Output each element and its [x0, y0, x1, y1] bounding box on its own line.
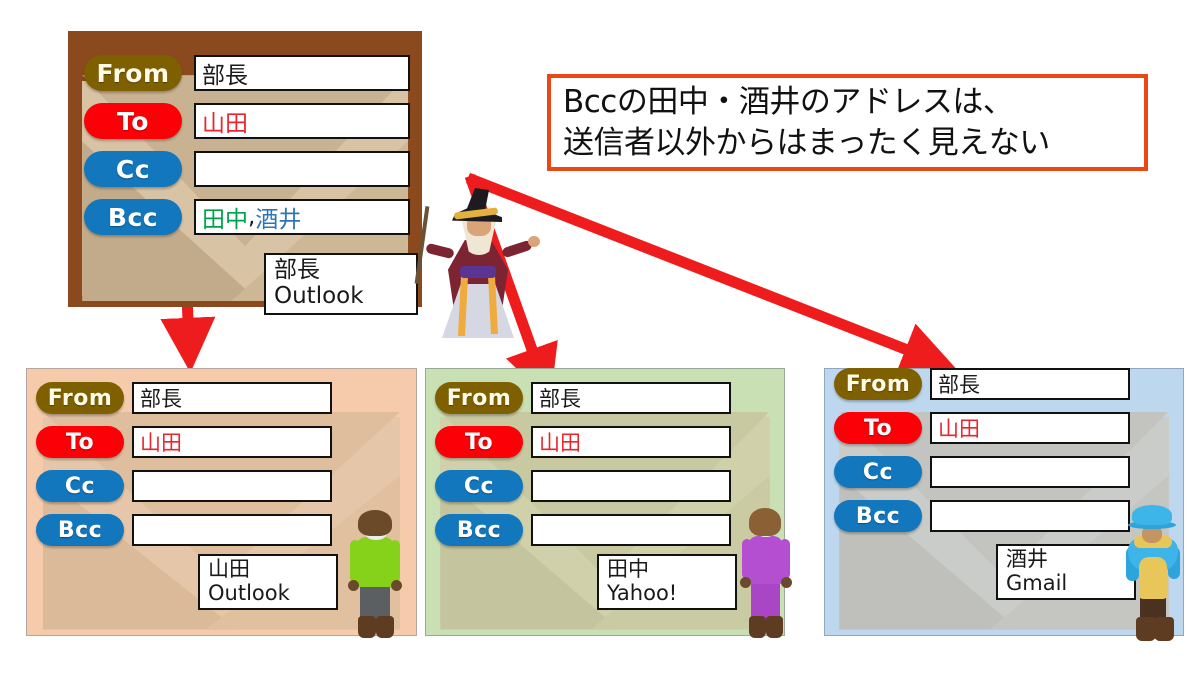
tanaka-row-bcc: Bcc [435, 514, 731, 546]
tanaka-row-from: From 部長 [435, 382, 731, 414]
tanaka-character [735, 508, 797, 642]
tanaka-account-service: Yahoo! [607, 581, 678, 605]
from-field[interactable]: 部長 [194, 55, 410, 91]
to-value: 山田 [938, 417, 980, 441]
bcc-field[interactable]: 田中, 酒井 [194, 199, 410, 235]
sender-account-service: Outlook [274, 283, 364, 309]
to-field[interactable]: 山田 [930, 412, 1130, 444]
yamada-row-cc: Cc [36, 470, 332, 502]
tanaka-account-name: 田中 [607, 557, 649, 582]
to-field[interactable]: 山田 [194, 103, 410, 139]
bcc-field[interactable] [930, 500, 1130, 532]
from-field[interactable]: 部長 [132, 382, 332, 414]
sakai-account-name: 酒井 [1006, 547, 1048, 572]
yamada-character [344, 510, 408, 642]
sakai-account-tag: 酒井 Gmail [996, 544, 1136, 600]
callout-line-1: Bccの田中・酒井のアドレスは、 [563, 83, 1014, 120]
to-value: 山田 [202, 111, 248, 137]
cc-label-pill: Cc [36, 470, 124, 502]
from-field[interactable]: 部長 [930, 368, 1130, 400]
callout-box: Bccの田中・酒井のアドレスは、 送信者以外からはまったく見えない [547, 74, 1148, 171]
from-value: 部長 [938, 373, 980, 397]
bcc-label-pill: Bcc [36, 514, 124, 546]
sender-row-to: To 山田 [84, 103, 410, 139]
from-label-pill: From [435, 382, 523, 414]
from-label-pill: From [36, 382, 124, 414]
bcc-separator: , [248, 204, 256, 230]
cc-field[interactable] [194, 151, 410, 187]
from-field[interactable]: 部長 [531, 382, 731, 414]
to-label-pill: To [84, 103, 182, 139]
sender-row-cc: Cc [84, 151, 410, 187]
bcc-label-pill: Bcc [84, 199, 182, 235]
from-value: 部長 [202, 63, 248, 89]
bcc-field[interactable] [531, 514, 731, 546]
sakai-row-from: From 部長 [834, 368, 1130, 400]
to-label-pill: To [834, 412, 922, 444]
yamada-row-to: To 山田 [36, 426, 332, 458]
sender-mail-panel: From 部長 To 山田 Cc Bcc 田中, 酒井 部長 Outlook [68, 31, 422, 315]
yamada-account-tag: 山田 Outlook [198, 554, 338, 610]
cc-field[interactable] [531, 470, 731, 502]
wizard-character [414, 188, 540, 340]
from-value: 部長 [539, 387, 581, 411]
to-field[interactable]: 山田 [132, 426, 332, 458]
tanaka-account-tag: 田中 Yahoo! [597, 554, 737, 610]
to-value: 山田 [539, 431, 581, 455]
sakai-character [1120, 505, 1186, 645]
to-field[interactable]: 山田 [531, 426, 731, 458]
sakai-row-cc: Cc [834, 456, 1130, 488]
bcc-label-pill: Bcc [435, 514, 523, 546]
yamada-account-service: Outlook [208, 581, 290, 605]
bcc-label-pill: Bcc [834, 500, 922, 532]
from-label-pill: From [834, 368, 922, 400]
from-label-pill: From [84, 55, 182, 91]
to-label-pill: To [36, 426, 124, 458]
cc-label-pill: Cc [84, 151, 182, 187]
sakai-row-bcc: Bcc [834, 500, 1130, 532]
sakai-row-to: To 山田 [834, 412, 1130, 444]
sender-row-bcc: Bcc 田中, 酒井 [84, 199, 410, 235]
tanaka-row-to: To 山田 [435, 426, 731, 458]
cc-field[interactable] [132, 470, 332, 502]
cc-label-pill: Cc [834, 456, 922, 488]
yamada-row-from: From 部長 [36, 382, 332, 414]
cc-label-pill: Cc [435, 470, 523, 502]
cc-field[interactable] [930, 456, 1130, 488]
callout-line-2: 送信者以外からはまったく見えない [563, 124, 1050, 161]
bcc-field[interactable] [132, 514, 332, 546]
to-value: 山田 [140, 431, 182, 455]
yamada-account-name: 山田 [208, 557, 250, 582]
bcc-value-sakai: 酒井 [255, 207, 302, 233]
sender-row-from: From 部長 [84, 55, 410, 91]
recipient-panel-tanaka: From 部長 To 山田 Cc Bcc 田中 Yahoo! [425, 368, 785, 636]
sakai-account-service: Gmail [1006, 571, 1068, 595]
bcc-value-tanaka: 田中 [202, 207, 248, 233]
sender-account-tag: 部長 Outlook [264, 253, 418, 315]
to-label-pill: To [435, 426, 523, 458]
sender-account-name: 部長 [274, 257, 320, 284]
yamada-row-bcc: Bcc [36, 514, 332, 546]
from-value: 部長 [140, 387, 182, 411]
tanaka-row-cc: Cc [435, 470, 731, 502]
